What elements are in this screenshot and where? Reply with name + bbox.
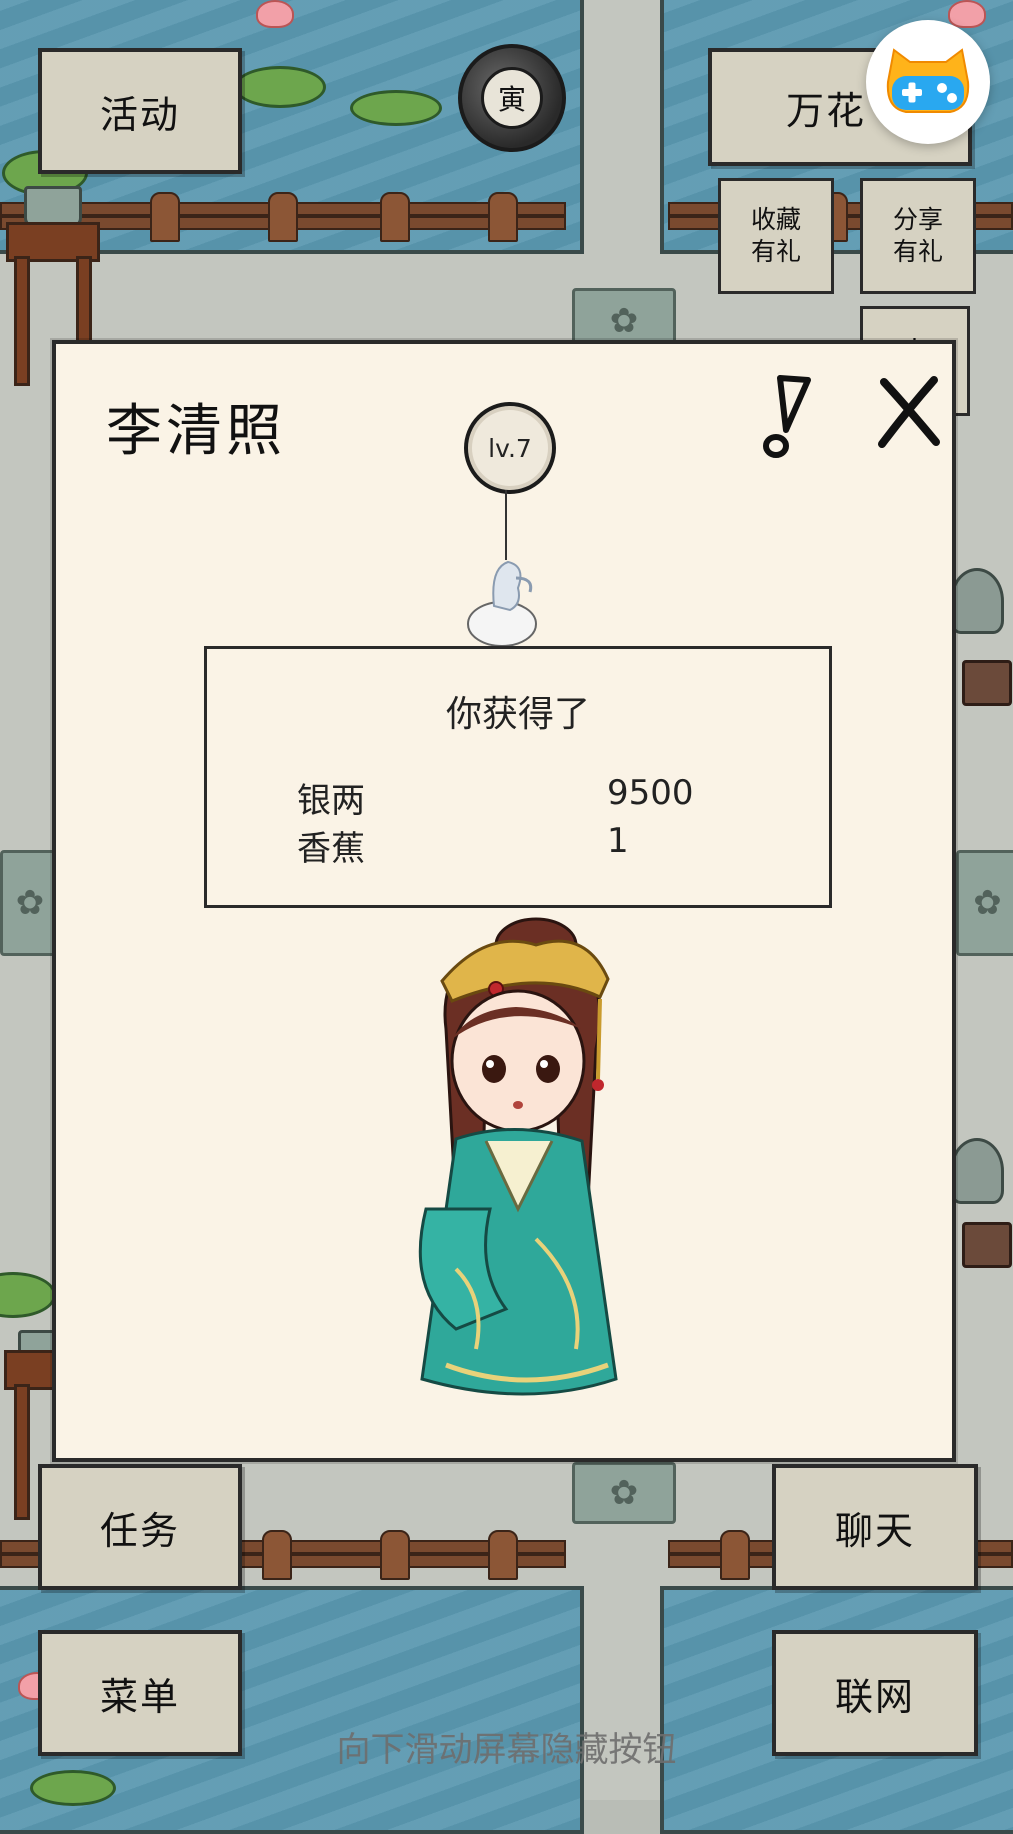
swipe-hint: 向下滑动屏幕隐藏按钮 xyxy=(336,1730,677,1770)
reward-row: 香蕉 1 xyxy=(297,821,789,869)
level-badge: lv.7 xyxy=(464,402,556,494)
reward-item-amount: 9500 xyxy=(607,773,694,813)
stone-lantern xyxy=(950,1138,1004,1204)
share-gift-button[interactable]: 分享 有礼 xyxy=(860,178,976,294)
activity-button[interactable]: 活动 xyxy=(38,48,242,174)
alert-icon[interactable] xyxy=(756,374,816,458)
collect-gift-button[interactable]: 收藏 有礼 xyxy=(718,178,834,294)
lotus-tile-icon: ✿ xyxy=(956,850,1013,956)
lotus-tile-icon: ✿ xyxy=(0,850,60,956)
lotus-flower xyxy=(948,0,986,28)
character-name: 李清照 xyxy=(106,399,286,464)
lily-pad xyxy=(350,90,442,126)
reward-item-name: 香蕉 xyxy=(297,829,365,869)
stool xyxy=(962,660,1012,706)
pouch-icon xyxy=(460,548,554,648)
reward-item-amount: 1 xyxy=(607,821,629,861)
reward-heading: 你获得了 xyxy=(445,694,590,735)
close-icon[interactable] xyxy=(876,376,942,448)
lily-pad xyxy=(234,66,326,108)
zodiac-clock-icon[interactable]: 寅 xyxy=(458,44,566,152)
chat-button[interactable]: 聊天 xyxy=(772,1464,978,1590)
table-leg xyxy=(14,256,30,386)
reward-box: 你获得了 银两 9500 香蕉 1 xyxy=(204,646,832,908)
stool xyxy=(962,1222,1012,1268)
lily-pad xyxy=(30,1770,116,1806)
reward-item-name: 银两 xyxy=(297,781,365,821)
lotus-flower xyxy=(256,0,294,28)
lotus-tile-icon: ✿ xyxy=(572,1462,676,1524)
gamepad-icon[interactable] xyxy=(866,20,990,144)
character-modal: 李清照 lv.7 你获得了 银两 9500 香蕉 1 xyxy=(52,340,956,1462)
reward-row: 银两 9500 xyxy=(297,773,789,821)
table-leg xyxy=(14,1384,30,1520)
task-button[interactable]: 任务 xyxy=(38,1464,242,1590)
character-portrait xyxy=(386,909,666,1429)
stone-lantern xyxy=(950,568,1004,634)
zodiac-char: 寅 xyxy=(481,67,543,129)
